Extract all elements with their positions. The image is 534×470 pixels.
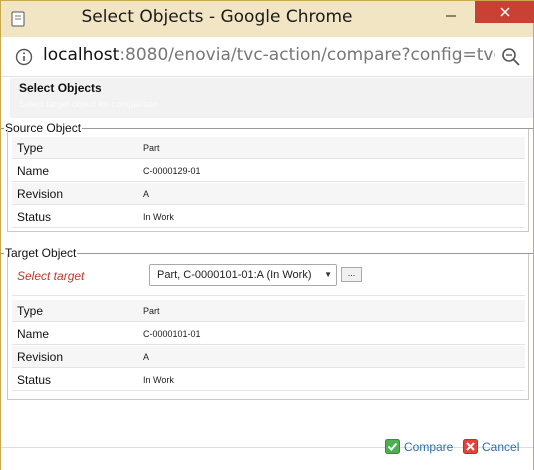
- target-panel: Select target Part, C-0000101-01:A (In W…: [7, 254, 529, 400]
- table-row: Name C-0000129-01: [12, 160, 525, 182]
- compare-label: Compare: [404, 439, 454, 454]
- page-content: Select Objects Select target object for …: [1, 78, 533, 470]
- table-row: Name C-0000101-01: [12, 323, 525, 345]
- minimize-button[interactable]: [435, 1, 467, 23]
- select-target-row: Select target Part, C-0000101-01:A (In W…: [12, 260, 525, 296]
- row-value: C-0000101-01: [143, 329, 201, 339]
- url-text[interactable]: localhost:8080/enovia/tvc-action/compare…: [43, 45, 495, 65]
- select-target-label: Select target: [17, 269, 85, 283]
- window-title: Select Objects - Google Chrome: [81, 7, 353, 27]
- table-row: Revision A: [12, 346, 525, 368]
- row-value: C-0000129-01: [143, 166, 201, 176]
- row-label: Type: [17, 304, 44, 318]
- browse-button[interactable]: ...: [341, 267, 362, 282]
- page-subtitle: Select target object for comparison: [19, 99, 159, 109]
- row-value: A: [143, 352, 150, 362]
- row-value: Part: [143, 143, 160, 153]
- row-label: Status: [17, 373, 52, 387]
- address-bar[interactable]: localhost:8080/enovia/tvc-action/compare…: [1, 37, 533, 77]
- compare-button[interactable]: Compare: [385, 439, 453, 454]
- cancel-label: Cancel: [482, 439, 520, 454]
- target-select[interactable]: Part, C-0000101-01:A (In Work) ▼: [149, 264, 337, 286]
- row-label: Status: [17, 210, 52, 224]
- row-label: Revision: [17, 350, 64, 364]
- row-value: A: [143, 189, 150, 199]
- title-bar[interactable]: Select Objects - Google Chrome: [1, 1, 534, 37]
- cancel-button[interactable]: Cancel: [463, 439, 519, 454]
- row-label: Name: [17, 327, 50, 341]
- row-value: In Work: [143, 212, 174, 222]
- chevron-down-icon: ▼: [324, 270, 332, 279]
- cancel-icon: [463, 439, 478, 454]
- page-title: Select Objects: [19, 81, 102, 95]
- table-row: Type Part: [12, 137, 525, 159]
- target-select-value: Part, C-0000101-01:A (In Work): [157, 269, 312, 281]
- close-button[interactable]: [475, 1, 534, 23]
- table-row: Revision A: [12, 183, 525, 205]
- table-row: Status In Work: [12, 369, 525, 391]
- row-value: Part: [143, 306, 160, 316]
- info-icon[interactable]: [15, 48, 33, 66]
- minimize-icon: [446, 15, 456, 17]
- checkmark-icon: [385, 439, 400, 454]
- page-header: Select Objects Select target object for …: [10, 78, 533, 118]
- table-row: Type Part: [12, 300, 525, 322]
- url-path: :8080/enovia/tvc-action/compare?config=t…: [119, 45, 495, 65]
- browser-window: Select Objects - Google Chrome localhost…: [0, 0, 534, 470]
- row-label: Name: [17, 164, 50, 178]
- row-label: Type: [17, 141, 44, 155]
- table-row: Status In Work: [12, 206, 525, 228]
- zoom-icon[interactable]: [501, 47, 521, 67]
- close-icon: [500, 7, 510, 17]
- url-host: localhost: [43, 45, 120, 65]
- source-panel: Type Part Name C-0000129-01 Revision A S…: [7, 129, 529, 232]
- row-value: In Work: [143, 375, 174, 385]
- row-label: Revision: [17, 187, 64, 201]
